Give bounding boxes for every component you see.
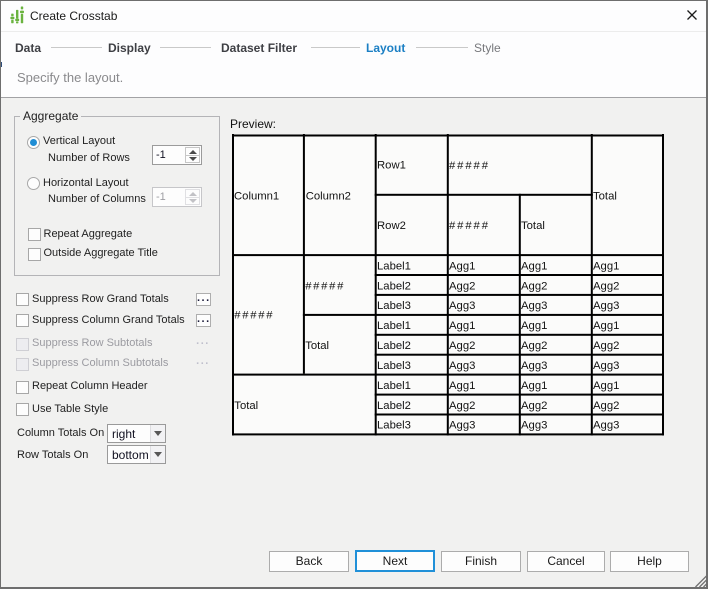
svg-text:Agg2: Agg2 [521,340,547,352]
svg-text:Label2: Label2 [377,280,411,292]
svg-text:Agg2: Agg2 [521,400,547,412]
svg-text:Row1: Row1 [377,160,406,172]
svg-text:Agg3: Agg3 [593,360,619,372]
svg-text:Agg1: Agg1 [593,260,619,272]
svg-text:Label3: Label3 [377,360,411,372]
svg-text:Agg3: Agg3 [449,360,475,372]
svg-text:Agg2: Agg2 [449,280,475,292]
svg-text:#####: ##### [234,309,274,321]
svg-text:Column2: Column2 [306,191,351,203]
svg-text:Agg2: Agg2 [593,280,619,292]
svg-text:Agg1: Agg1 [521,260,547,272]
svg-text:Agg1: Agg1 [449,260,475,272]
svg-text:Agg2: Agg2 [593,340,619,352]
svg-text:Label1: Label1 [377,320,411,332]
svg-text:Agg3: Agg3 [521,300,547,312]
svg-text:Agg1: Agg1 [521,320,547,332]
svg-text:#####: ##### [449,160,490,172]
svg-text:Total: Total [234,400,258,412]
svg-text:Label1: Label1 [377,260,411,272]
svg-text:Agg1: Agg1 [593,320,619,332]
svg-text:Agg2: Agg2 [521,280,547,292]
svg-text:#####: ##### [449,220,490,232]
svg-text:Agg2: Agg2 [449,400,475,412]
svg-text:Label2: Label2 [377,340,411,352]
svg-text:Agg3: Agg3 [593,300,619,312]
svg-text:Total: Total [305,340,329,352]
svg-text:Agg2: Agg2 [449,340,475,352]
svg-text:Label3: Label3 [377,420,411,432]
svg-text:Total: Total [593,191,617,203]
svg-text:Total: Total [521,220,545,232]
svg-text:Agg3: Agg3 [521,360,547,372]
svg-text:Row2: Row2 [377,220,406,232]
svg-text:Label3: Label3 [377,300,411,312]
svg-text:#####: ##### [305,280,345,292]
svg-text:Agg1: Agg1 [521,380,547,392]
svg-text:Agg3: Agg3 [593,420,619,432]
svg-text:Agg2: Agg2 [593,400,619,412]
svg-text:Label2: Label2 [377,400,411,412]
svg-text:Agg3: Agg3 [449,420,475,432]
svg-text:Label1: Label1 [377,380,411,392]
svg-text:Agg1: Agg1 [449,320,475,332]
svg-text:Column1: Column1 [234,191,279,203]
svg-text:Agg3: Agg3 [521,420,547,432]
svg-text:Agg3: Agg3 [449,300,475,312]
svg-text:Agg1: Agg1 [449,380,475,392]
svg-text:Agg1: Agg1 [593,380,619,392]
